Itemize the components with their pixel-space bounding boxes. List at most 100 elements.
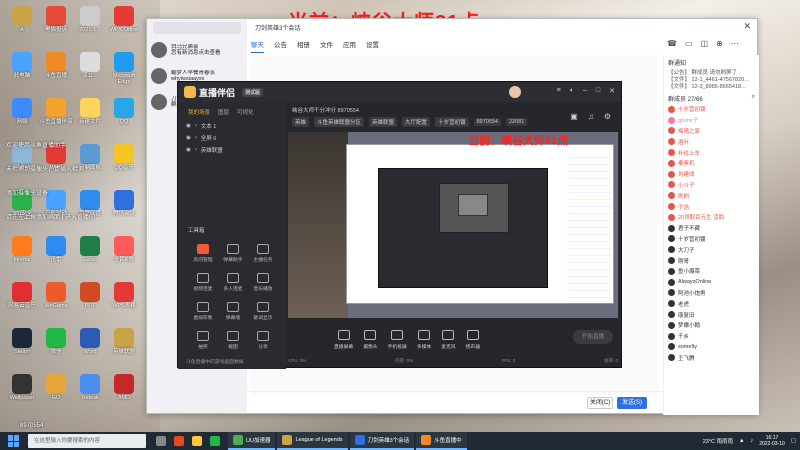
bottom-tool-button[interactable]: 摄像头	[363, 330, 378, 350]
side-tab-2[interactable]: 可视化	[237, 108, 254, 116]
desktop-icon[interactable]: PPT	[72, 280, 108, 322]
room-tag[interactable]: 大厅配置	[402, 117, 431, 127]
group-member[interactable]: 十岁营初镀	[664, 104, 759, 115]
folder-icon[interactable]	[192, 436, 202, 446]
group-member[interactable]: 刷刷	[664, 190, 759, 201]
taskbar-app[interactable]: 斗鱼直播中	[416, 432, 467, 450]
group-member[interactable]: 阿池小炮男	[664, 288, 759, 299]
eye-icon[interactable]: ◉	[186, 147, 191, 153]
taskbar-app[interactable]: UU加速器	[228, 432, 276, 450]
tab-3[interactable]: 文件	[320, 39, 333, 53]
group-member[interactable]: 大刀子	[664, 244, 759, 255]
taskbar-app[interactable]: League of Legends	[277, 432, 348, 450]
scene-item[interactable]: ◉ ▫ 英雄联盟	[178, 144, 286, 156]
desktop-icon[interactable]: 黑猫投诉	[38, 4, 74, 46]
bottom-tool-button[interactable]: 多媒体	[417, 330, 431, 350]
group-member[interactable]: 梅晴之家	[664, 126, 759, 137]
windows-start-icon[interactable]	[8, 435, 20, 447]
tab-2[interactable]: 相册	[297, 39, 310, 53]
room-tag[interactable]: 英雄联盟	[369, 117, 398, 127]
gift-icon[interactable]: ▣	[570, 112, 578, 121]
room-tag[interactable]: 斗鱼英雄联盟分区	[314, 117, 365, 127]
group-member[interactable]: somelty	[664, 342, 759, 353]
group-member[interactable]: 老虎	[664, 298, 759, 309]
tab-4[interactable]: 应用	[343, 39, 356, 53]
send-button[interactable]: 发送(S)	[617, 397, 647, 409]
desktop-icon[interactable]: 迅雷	[38, 234, 74, 276]
group-member[interactable]: 刘建成	[664, 169, 759, 180]
browser-icon[interactable]	[174, 436, 184, 446]
tool-button[interactable]: 抽奖	[188, 331, 218, 350]
desktop-icon[interactable]: Todesk	[72, 372, 108, 414]
desktop-icon[interactable]: Excel	[72, 234, 108, 276]
group-member[interactable]: 20领取百元生 活助	[664, 212, 759, 223]
go-live-button[interactable]: 开始直播	[573, 330, 613, 344]
group-member[interactable]: AlwaysOnline	[664, 277, 759, 288]
group-notice-item[interactable]: 【文件】 12-1_4461-47567820...	[664, 77, 759, 84]
group-member[interactable]: 酒叶	[664, 136, 759, 147]
desktop-icon[interactable]: 英雄联盟	[106, 326, 142, 368]
tool-button[interactable]: 分享	[248, 331, 278, 350]
desktop-icon[interactable]: 新建文件	[72, 96, 108, 138]
tool-button[interactable]: 歌词显示	[248, 302, 278, 321]
settings-icon[interactable]: ⚙	[604, 112, 611, 121]
desktop-icon[interactable]: A	[4, 4, 40, 46]
desktop-icon[interactable]: AMD	[106, 372, 142, 414]
group-member[interactable]: 小斗子	[664, 180, 759, 191]
group-member[interactable]: 补给上车	[664, 147, 759, 158]
close-icon[interactable]: ✕	[609, 87, 615, 95]
group-member[interactable]: 千乡	[664, 331, 759, 342]
group-member[interactable]: ghshs子	[664, 115, 759, 126]
desktop-icon[interactable]: 斗鱼直播伴侣	[38, 96, 74, 138]
taskbar-search-input[interactable]: 在这里输入你要搜索的内容	[28, 434, 146, 448]
tool-button[interactable]: 主播任务	[248, 244, 278, 263]
side-tab-1[interactable]: 图层	[218, 108, 229, 116]
desktop-icon[interactable]: QQ	[106, 96, 142, 138]
wechat-icon[interactable]	[210, 436, 220, 446]
more-icon[interactable]: ⋯	[731, 39, 739, 48]
desktop-icon[interactable]: 网易云音乐	[4, 280, 40, 322]
tab-0[interactable]: 聊天	[251, 39, 264, 53]
phone-icon[interactable]: ☎	[667, 39, 677, 48]
desktop-icon[interactable]: 此电脑	[4, 50, 40, 92]
desktop-icon[interactable]: Word	[72, 326, 108, 368]
member-search-icon[interactable]: ⌕	[752, 94, 755, 103]
group-member[interactable]: 刚哥	[664, 255, 759, 266]
desktop-icon[interactable]: 全民K歌	[106, 234, 142, 276]
desktop-icon[interactable]: 微信	[38, 326, 74, 368]
bottom-tool-button[interactable]: 手机投屏	[388, 330, 407, 350]
eye-icon[interactable]: ◉	[186, 135, 191, 141]
room-tag[interactable]: 英雄	[292, 117, 310, 127]
bell-icon[interactable]: ♫	[588, 112, 594, 121]
group-member[interactable]: 梦嫩小翰	[664, 320, 759, 331]
tool-button[interactable]: 虚拟形象	[188, 302, 218, 321]
bottom-tool-button[interactable]: 麦克风	[441, 330, 456, 350]
tool-button[interactable]: 弹幕助手	[218, 244, 248, 263]
tool-button[interactable]: 多人连麦	[218, 273, 248, 292]
chat-input-area[interactable]: 关闭(C) 发送(S)	[247, 391, 663, 413]
group-notice-item[interactable]: 【文件】 12-3_8985-8665418...	[664, 84, 759, 91]
desktop-icon[interactable]: 2021-1...	[72, 4, 108, 46]
close-button[interactable]: 关闭(C)	[587, 397, 613, 409]
menu-icon[interactable]: ≡	[557, 87, 561, 95]
chat-list-item[interactable]: 白马兄弟会 您有新消息点击查看	[147, 37, 247, 63]
maximize-icon[interactable]: □	[596, 87, 600, 95]
tool-button[interactable]: 房间管理	[188, 244, 218, 263]
group-member[interactable]: 君子不藏	[664, 223, 759, 234]
desktop-icon[interactable]: 双11...	[72, 50, 108, 92]
group-member[interactable]: 子浩	[664, 201, 759, 212]
desktop-icon[interactable]: 百度网盘	[72, 188, 108, 230]
volume-icon[interactable]: ♪	[750, 438, 753, 444]
group-member[interactable]: 康复旧	[664, 309, 759, 320]
desktop-icon[interactable]: Wallpaper	[4, 372, 40, 414]
desktop-icon[interactable]: Microsoft Edge	[106, 50, 142, 92]
close-icon[interactable]: ✕	[743, 21, 751, 32]
desktop-icon[interactable]: Firefox	[4, 234, 40, 276]
skin-icon[interactable]: ◐	[570, 87, 574, 95]
side-tab-0[interactable]: 我的场景	[188, 108, 210, 116]
minimize-icon[interactable]: –	[583, 87, 587, 95]
group-member[interactable]: 王飞腾	[664, 352, 759, 363]
taskbar-app[interactable]: 刀剑英雄3个会话	[349, 432, 415, 450]
clock[interactable]: 16:17 2022-03-10	[759, 435, 785, 447]
tool-button[interactable]: 视频连麦	[188, 273, 218, 292]
